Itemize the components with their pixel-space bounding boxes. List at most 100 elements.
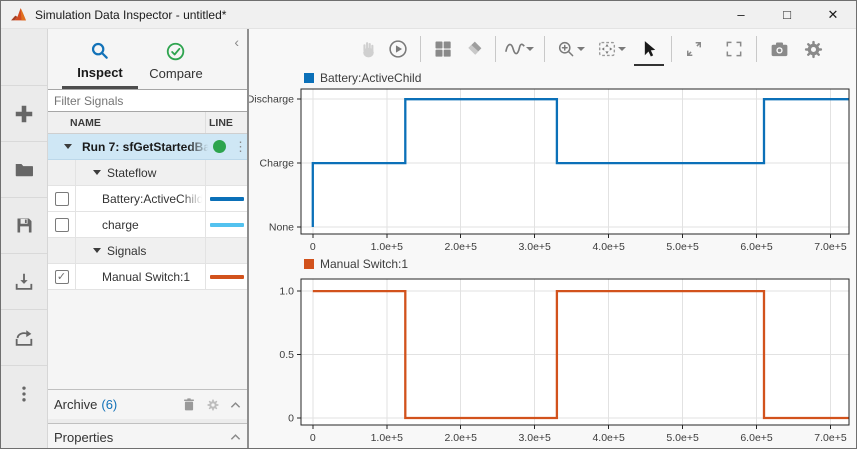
plus-icon [13, 103, 35, 125]
tree-empty-area [48, 290, 247, 389]
fit-to-view-icon [596, 38, 618, 60]
folder-icon [13, 159, 35, 181]
fullscreen-brackets-icon [724, 39, 744, 59]
camera-icon [769, 39, 790, 60]
import-button[interactable] [1, 253, 47, 309]
battery-activechild-chart[interactable]: 01.0e+52.0e+53.0e+54.0e+55.0e+56.0e+57.0… [249, 69, 856, 251]
tab-inspect-label: Inspect [77, 65, 123, 80]
toolbar-separator [544, 36, 545, 62]
matlab-logo-icon [10, 6, 27, 23]
group-row-stateflow[interactable]: Stateflow [48, 160, 247, 186]
toolbar-separator [671, 36, 672, 62]
hand-icon [358, 39, 379, 60]
side-toolbar-spacer [1, 29, 47, 85]
maximize-button[interactable]: □ [764, 1, 810, 28]
manual-switch-chart[interactable]: 01.0e+52.0e+53.0e+54.0e+55.0e+56.0e+57.0… [249, 251, 856, 449]
export-icon [13, 327, 35, 349]
filter-signals-input[interactable] [48, 89, 247, 112]
toolbar-separator [756, 36, 757, 62]
side-toolbar [1, 29, 48, 449]
export-button[interactable] [1, 309, 47, 365]
check-circle-icon [165, 41, 187, 63]
signal-wave-icon [504, 38, 526, 60]
expander-icon[interactable] [64, 144, 72, 149]
run-label: Run 7: sfGetStartedBa [82, 140, 211, 154]
save-icon [14, 215, 35, 236]
expander-icon[interactable] [93, 170, 101, 175]
run-menu-icon[interactable]: ⋮ [234, 139, 247, 155]
archive-label: Archive [54, 397, 97, 412]
snapshot-button[interactable] [764, 33, 794, 65]
window-title: Simulation Data Inspector - untitled* [35, 8, 226, 22]
svg-text:0: 0 [288, 413, 294, 425]
collapse-properties-chevron-icon[interactable] [230, 433, 241, 441]
line-cell [205, 238, 247, 263]
signal-row-battery-activechild[interactable]: Battery:ActiveChild [48, 186, 247, 212]
group-label: Signals [107, 244, 146, 258]
signal-style-button[interactable] [503, 33, 537, 65]
svg-text:7.0e+5: 7.0e+5 [814, 432, 847, 444]
close-button[interactable]: ✕ [810, 1, 856, 28]
expand-plot-button[interactable] [679, 33, 709, 65]
eraser-icon [463, 39, 484, 60]
signal-checkbox[interactable]: ✓ [55, 270, 69, 284]
signal-line-swatch [210, 223, 244, 227]
replay-button[interactable] [383, 33, 413, 65]
save-button[interactable] [1, 197, 47, 253]
column-header-line: LINE [205, 112, 247, 133]
check-cell [48, 212, 76, 237]
subplot-layout-button[interactable] [428, 33, 458, 65]
signal-label: Manual Switch:1 [76, 270, 205, 284]
archive-section-header[interactable]: Archive (6) [48, 389, 247, 419]
toolbar-separator [420, 36, 421, 62]
svg-text:2.0e+5: 2.0e+5 [445, 432, 478, 444]
gear-icon [803, 39, 824, 60]
fullscreen-button[interactable] [719, 33, 749, 65]
expander-icon[interactable] [93, 248, 101, 253]
import-icon [13, 271, 35, 293]
check-cell: ✓ [48, 264, 76, 289]
svg-text:0.5: 0.5 [279, 349, 294, 361]
collapse-archive-chevron-icon[interactable] [230, 401, 241, 409]
group-row-signals[interactable]: Signals [48, 238, 247, 264]
signal-row-manual-switch[interactable]: ✓ Manual Switch:1 [48, 264, 247, 290]
svg-text:0: 0 [310, 432, 316, 444]
signal-line-swatch [210, 275, 244, 279]
trash-icon[interactable] [182, 397, 196, 412]
svg-text:4.0e+5: 4.0e+5 [592, 432, 625, 444]
properties-section-header[interactable]: Properties [48, 423, 247, 449]
tab-inspect[interactable]: Inspect [62, 29, 138, 89]
add-button[interactable] [1, 85, 47, 141]
line-cell [205, 212, 247, 237]
column-header-name: NAME [48, 117, 205, 129]
fit-to-view-button[interactable] [590, 33, 634, 65]
tab-compare[interactable]: Compare [138, 29, 214, 89]
svg-text:1.0: 1.0 [279, 286, 294, 298]
dropdown-caret-icon [526, 47, 534, 51]
signal-line-swatch [210, 197, 244, 201]
more-options-button[interactable] [1, 365, 47, 421]
svg-text:5.0e+5: 5.0e+5 [666, 432, 699, 444]
magnifier-icon [89, 40, 111, 62]
clear-subplots-button[interactable] [458, 33, 488, 65]
run-row[interactable]: Run 7: sfGetStartedBa ⋮ [48, 134, 247, 160]
pointer-tool-button[interactable] [634, 32, 664, 66]
line-cell [205, 186, 247, 211]
svg-text:Charge: Charge [260, 158, 295, 170]
signal-row-charge[interactable]: charge [48, 212, 247, 238]
open-button[interactable] [1, 141, 47, 197]
zoom-tool-button[interactable] [552, 33, 590, 65]
collapse-panel-button[interactable]: ‹ [234, 35, 239, 49]
svg-text:1.0e+5: 1.0e+5 [371, 432, 404, 444]
plot-area: Battery:ActiveChild 01.0e+52.0e+53.0e+54… [249, 29, 856, 449]
minimize-button[interactable]: – [718, 1, 764, 28]
archive-settings-gear-icon[interactable] [206, 398, 220, 412]
settings-button[interactable] [798, 33, 828, 65]
signal-checkbox[interactable] [55, 218, 69, 232]
run-status-dot [213, 140, 226, 153]
zoom-in-icon [556, 39, 577, 60]
group-label: Stateflow [107, 166, 156, 180]
signal-checkbox[interactable] [55, 192, 69, 206]
pan-tool-button[interactable] [353, 33, 383, 65]
grid-layout-icon [433, 39, 453, 59]
